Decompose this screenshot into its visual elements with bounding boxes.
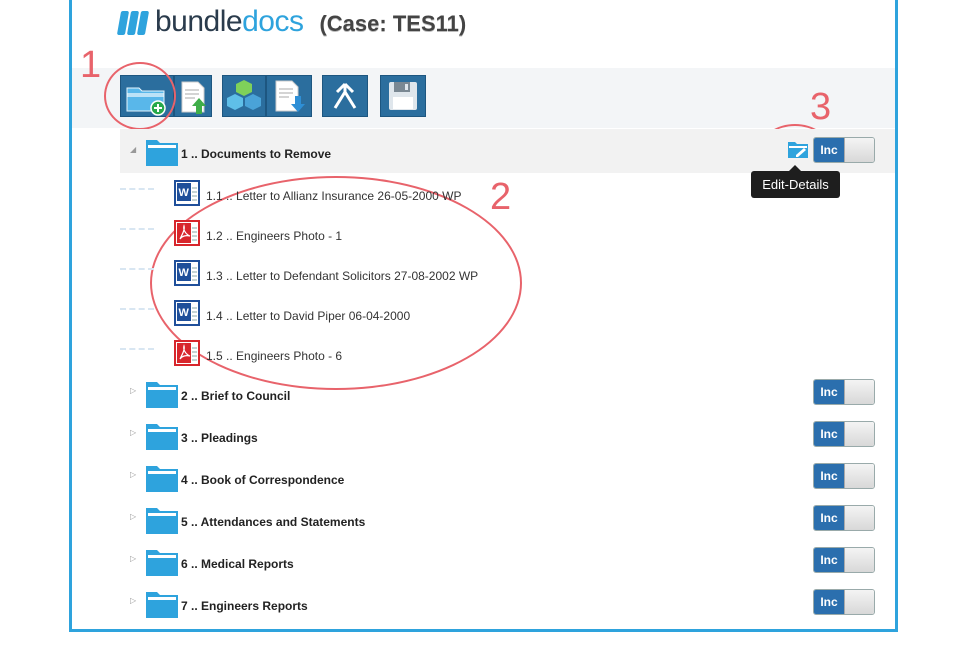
section-label[interactable]: 1 .. Documents to Remove [181,147,331,161]
case-label: (Case: TES11) [319,11,467,36]
download-document-button[interactable] [266,75,312,117]
save-button[interactable] [380,75,426,117]
include-toggle-label: Inc [814,422,844,446]
merge-button[interactable] [322,75,368,117]
section-label[interactable]: 3 .. Pleadings [181,431,258,445]
toggle-knob [844,380,874,404]
document-label[interactable]: 1.5 .. Engineers Photo - 6 [206,349,342,363]
annotation-number-3: 3 [810,86,832,128]
toggle-knob [844,590,874,614]
toggle-knob [844,464,874,488]
tree-connector [120,188,154,190]
include-toggle-label: Inc [814,590,844,614]
section-label[interactable]: 6 .. Medical Reports [181,557,294,571]
upload-document-button[interactable] [174,75,212,117]
logo-text-bundle: bundle [155,5,243,38]
floppy-disk-icon [389,82,417,110]
toggle-knob [844,422,874,446]
folder-icon [146,424,178,450]
expand-arrow-icon[interactable]: ▷ [130,554,136,563]
document-label[interactable]: 1.1 .. Letter to Allianz Insurance 26-05… [206,189,461,203]
edit-details-tooltip: Edit-Details [751,165,840,198]
word-document-icon: W [174,300,200,326]
annotation-circle-1 [104,62,176,130]
toggle-knob [844,506,874,530]
tree-connector [120,268,154,270]
toggle-knob [844,548,874,572]
app-logo: bundledocs (Case: TES11) [116,4,467,40]
bundle-blocks-button[interactable] [222,75,266,117]
document-label[interactable]: 1.4 .. Letter to David Piper 06-04-2000 [206,309,410,323]
annotation-number-2: 2 [490,176,512,218]
annotation-number-1: 1 [80,44,102,86]
cubes-icon [227,80,261,110]
logo-text: bundledocs [155,5,304,39]
expand-arrow-icon[interactable]: ▷ [130,386,136,395]
section-label[interactable]: 7 .. Engineers Reports [181,599,308,613]
pdf-document-icon [174,220,200,246]
section-label[interactable]: 5 .. Attendances and Statements [181,515,365,529]
folder-icon [146,508,178,534]
folder-icon [146,466,178,492]
include-toggle[interactable]: Inc [813,421,875,447]
include-toggle[interactable]: Inc [813,379,875,405]
document-download-icon [275,80,305,112]
document-label[interactable]: 1.2 .. Engineers Photo - 1 [206,229,342,243]
include-toggle[interactable]: Inc [813,505,875,531]
include-toggle-label: Inc [814,548,844,572]
tree-connector [120,308,154,310]
folder-icon [146,550,178,576]
include-toggle-label: Inc [814,506,844,530]
include-toggle-label: Inc [814,380,844,404]
expand-arrow-icon[interactable]: ▷ [130,512,136,521]
folder-icon [146,140,178,166]
include-toggle[interactable]: Inc [813,137,875,163]
document-upload-icon [181,81,206,114]
document-label[interactable]: 1.3 .. Letter to Defendant Solicitors 27… [206,269,478,283]
expand-arrow-icon[interactable]: ▷ [130,470,136,479]
logo-text-docs: docs [242,5,304,38]
word-document-icon: W [174,180,200,206]
svg-text:W: W [179,267,190,279]
edit-details-icon[interactable] [788,140,808,158]
folder-icon [146,382,178,408]
expand-arrow-icon[interactable]: ▷ [130,428,136,437]
include-toggle[interactable]: Inc [813,463,875,489]
svg-text:W: W [179,187,190,199]
merge-arrow-icon [333,82,357,109]
include-toggle-label: Inc [814,464,844,488]
collapse-arrow-icon[interactable]: ◢ [130,145,136,154]
include-toggle[interactable]: Inc [813,589,875,615]
include-toggle-label: Inc [814,138,844,162]
include-toggle[interactable]: Inc [813,547,875,573]
word-document-icon: W [174,260,200,286]
bundledocs-logo-icon [116,9,151,35]
expand-arrow-icon[interactable]: ▷ [130,596,136,605]
tree-connector [120,228,154,230]
toggle-knob [844,138,874,162]
section-label[interactable]: 4 .. Book of Correspondence [181,473,344,487]
pdf-document-icon [174,340,200,366]
tree-connector [120,348,154,350]
svg-text:W: W [179,307,190,319]
folder-icon [146,592,178,618]
section-label[interactable]: 2 .. Brief to Council [181,389,290,403]
